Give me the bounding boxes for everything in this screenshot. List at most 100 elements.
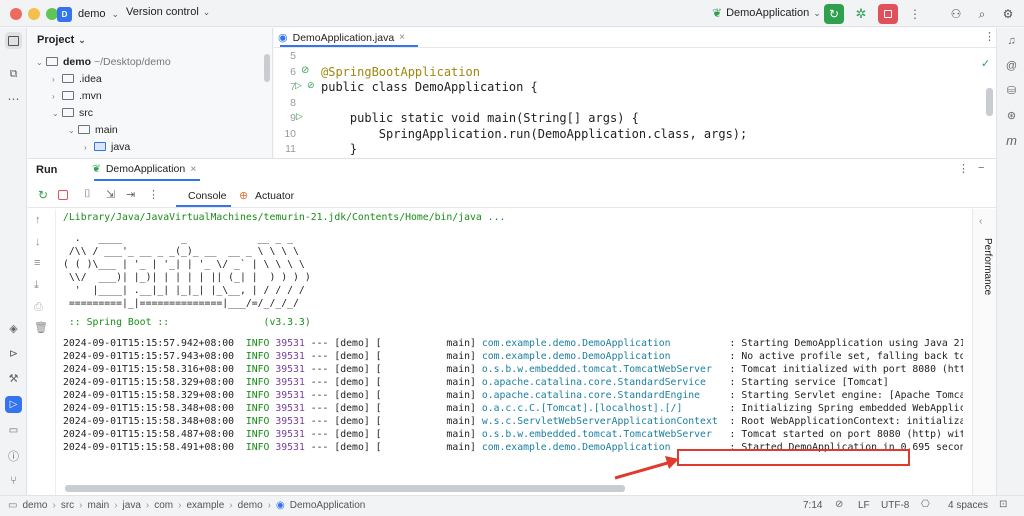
- breadcrumb-item[interactable]: demo: [238, 500, 263, 511]
- log-pid: 39531: [275, 390, 305, 401]
- minimize-window-button[interactable]: [28, 8, 40, 20]
- run-tool-button[interactable]: ▷: [5, 396, 22, 413]
- spring-bean-gutter-icon[interactable]: ⊘: [301, 65, 309, 76]
- chevron-left-icon[interactable]: ‹: [979, 216, 982, 227]
- tree-item-main[interactable]: ⌄ main: [36, 122, 266, 139]
- console-horizontal-scrollbar[interactable]: [65, 485, 625, 492]
- file-encoding[interactable]: UTF-8: [881, 500, 909, 511]
- console-output[interactable]: /Library/Java/JavaVirtualMachines/temuri…: [63, 211, 963, 473]
- more-tools-button[interactable]: ⋯: [5, 90, 22, 107]
- project-scrollbar[interactable]: [264, 54, 270, 82]
- scroll-to-end-icon[interactable]: ⤓: [34, 279, 39, 292]
- breadcrumb-item[interactable]: src: [61, 500, 74, 511]
- chevron-right-icon: ›: [52, 500, 56, 511]
- more-icon[interactable]: ⋮: [148, 188, 159, 201]
- version-control-menu[interactable]: Version control ⌄: [126, 6, 210, 18]
- tree-item-idea[interactable]: › .idea: [36, 71, 266, 88]
- line-number: 10: [284, 127, 296, 140]
- restore-layout-icon[interactable]: ⇲: [106, 188, 115, 201]
- run-panel: Run ❦ DemoApplication × ⋮ − ↻ ⌷ ⇲ ⇥ ⋮ Co…: [28, 158, 996, 496]
- structure-tool-button[interactable]: ⧉: [5, 66, 22, 83]
- trash-icon[interactable]: 🗑: [34, 321, 48, 334]
- rerun-icon[interactable]: ↻: [38, 188, 48, 202]
- log-line: 2024-09-01T15:15:57.942+08:00 INFO 39531…: [63, 337, 963, 350]
- editor-panel: ◉ DemoApplication.java × ⋮ ✓ 5 6 ⊘ @Spri…: [274, 28, 996, 158]
- run-tab[interactable]: ❦ DemoApplication ×: [92, 163, 196, 175]
- debug-button[interactable]: ✲: [851, 4, 871, 24]
- breadcrumb-item[interactable]: com: [154, 500, 173, 511]
- run-gutter-icon[interactable]: ▷: [295, 80, 302, 91]
- maven-button[interactable]: m: [1003, 132, 1020, 149]
- lock-icon[interactable]: ⎔: [921, 499, 930, 510]
- problems-tool-button[interactable]: ⓘ: [5, 447, 22, 464]
- breadcrumb-item[interactable]: DemoApplication: [290, 500, 366, 511]
- terminal-tool-button[interactable]: ▭: [5, 422, 22, 439]
- stop-icon: [884, 10, 892, 18]
- tree-item-label: demo: [63, 56, 92, 68]
- gradle-button[interactable]: ⊛: [1003, 107, 1020, 124]
- scroll-up-icon[interactable]: ↑: [35, 214, 41, 226]
- print-icon[interactable]: ⎙: [34, 301, 43, 314]
- project-tool-button[interactable]: [5, 32, 22, 49]
- breadcrumb-item[interactable]: example: [186, 500, 224, 511]
- services-tool-button[interactable]: ⊳: [5, 345, 22, 362]
- breadcrumb-item[interactable]: demo: [22, 500, 47, 511]
- project-panel-header[interactable]: Project ⌄: [37, 34, 86, 46]
- close-window-button[interactable]: [10, 8, 22, 20]
- terminal-icon: ▭: [8, 425, 19, 436]
- right-tool-strip: ♫ @ ⛁ ⊛ m: [996, 28, 1024, 495]
- project-selector[interactable]: D demo ⌄: [57, 5, 119, 23]
- log-line: 2024-09-01T15:15:58.329+08:00 INFO 39531…: [63, 389, 963, 402]
- spring-banner: . ____ _ __ _ _ /\\ / ___'_ __ _ _(_)_ _…: [63, 232, 963, 310]
- ai-assistant-button[interactable]: @: [1003, 57, 1020, 74]
- spring-leaf-icon: ❦: [712, 6, 723, 20]
- tree-item-demo[interactable]: ⌄ demo ~/Desktop/demo: [36, 54, 266, 71]
- chevron-right-icon: ›: [229, 500, 233, 511]
- scroll-down-icon[interactable]: ↓: [35, 236, 41, 248]
- editor-tab[interactable]: ◉ DemoApplication.java ×: [278, 31, 405, 45]
- log-pid: 39531: [275, 377, 305, 388]
- spring-gutter-icon[interactable]: ⊘: [307, 80, 315, 91]
- tab-console[interactable]: Console: [188, 190, 227, 202]
- log-timestamp: 2024-09-01T15:15:58.329+08:00: [63, 377, 246, 388]
- settings-button[interactable]: ⚙: [998, 4, 1018, 24]
- code-text: public class DemoApplication {: [321, 80, 538, 94]
- database-button[interactable]: ⛁: [1003, 82, 1020, 99]
- tree-item-src[interactable]: ⌄ src: [36, 105, 266, 122]
- vcs-tool-button[interactable]: ⑂: [5, 472, 22, 489]
- editor-more-icon[interactable]: ⋮: [984, 30, 995, 43]
- memory-indicator-icon[interactable]: ⊡: [999, 499, 1007, 510]
- sign-out-icon[interactable]: ⇥: [126, 188, 135, 201]
- tree-item-java[interactable]: › java: [36, 139, 266, 156]
- breadcrumb-item[interactable]: java: [123, 500, 141, 511]
- tab-actuator[interactable]: Actuator: [255, 190, 294, 202]
- run-more-icon[interactable]: ⋮: [958, 162, 969, 175]
- indent-setting[interactable]: 4 spaces: [948, 500, 988, 511]
- stop-icon[interactable]: [58, 190, 68, 200]
- caret-position[interactable]: 7:14: [803, 500, 822, 511]
- stop-button[interactable]: [878, 4, 898, 24]
- run-gutter-icon[interactable]: ▷: [296, 111, 303, 122]
- more-icon: ⋮: [909, 7, 921, 21]
- layers-tool-button[interactable]: ◈: [5, 320, 22, 337]
- folder-icon: [62, 91, 74, 100]
- rerun-button[interactable]: ↻: [824, 4, 844, 24]
- log-level: INFO: [245, 338, 270, 349]
- close-icon[interactable]: ×: [190, 163, 196, 175]
- notifications-button[interactable]: ♫: [1003, 32, 1020, 49]
- readonly-icon[interactable]: ⊘: [835, 499, 843, 510]
- soft-wrap-icon[interactable]: ≡: [34, 257, 40, 269]
- search-button[interactable]: ⌕: [972, 4, 992, 24]
- performance-tab[interactable]: Performance: [979, 238, 993, 295]
- run-config-selector[interactable]: ❦ DemoApplication ⌄: [712, 6, 821, 20]
- tree-item-mvn[interactable]: › .mvn: [36, 88, 266, 105]
- breadcrumb-item[interactable]: main: [88, 500, 110, 511]
- close-icon[interactable]: ×: [399, 32, 405, 43]
- more-actions-button[interactable]: ⋮: [905, 4, 925, 24]
- editor-scrollbar[interactable]: [986, 88, 993, 116]
- build-tool-button[interactable]: ⚒: [5, 370, 22, 387]
- add-user-button[interactable]: ⚇: [946, 4, 966, 24]
- camera-icon[interactable]: ⌷: [84, 188, 91, 201]
- line-separator[interactable]: LF: [858, 500, 870, 511]
- minimize-panel-icon[interactable]: −: [978, 162, 984, 174]
